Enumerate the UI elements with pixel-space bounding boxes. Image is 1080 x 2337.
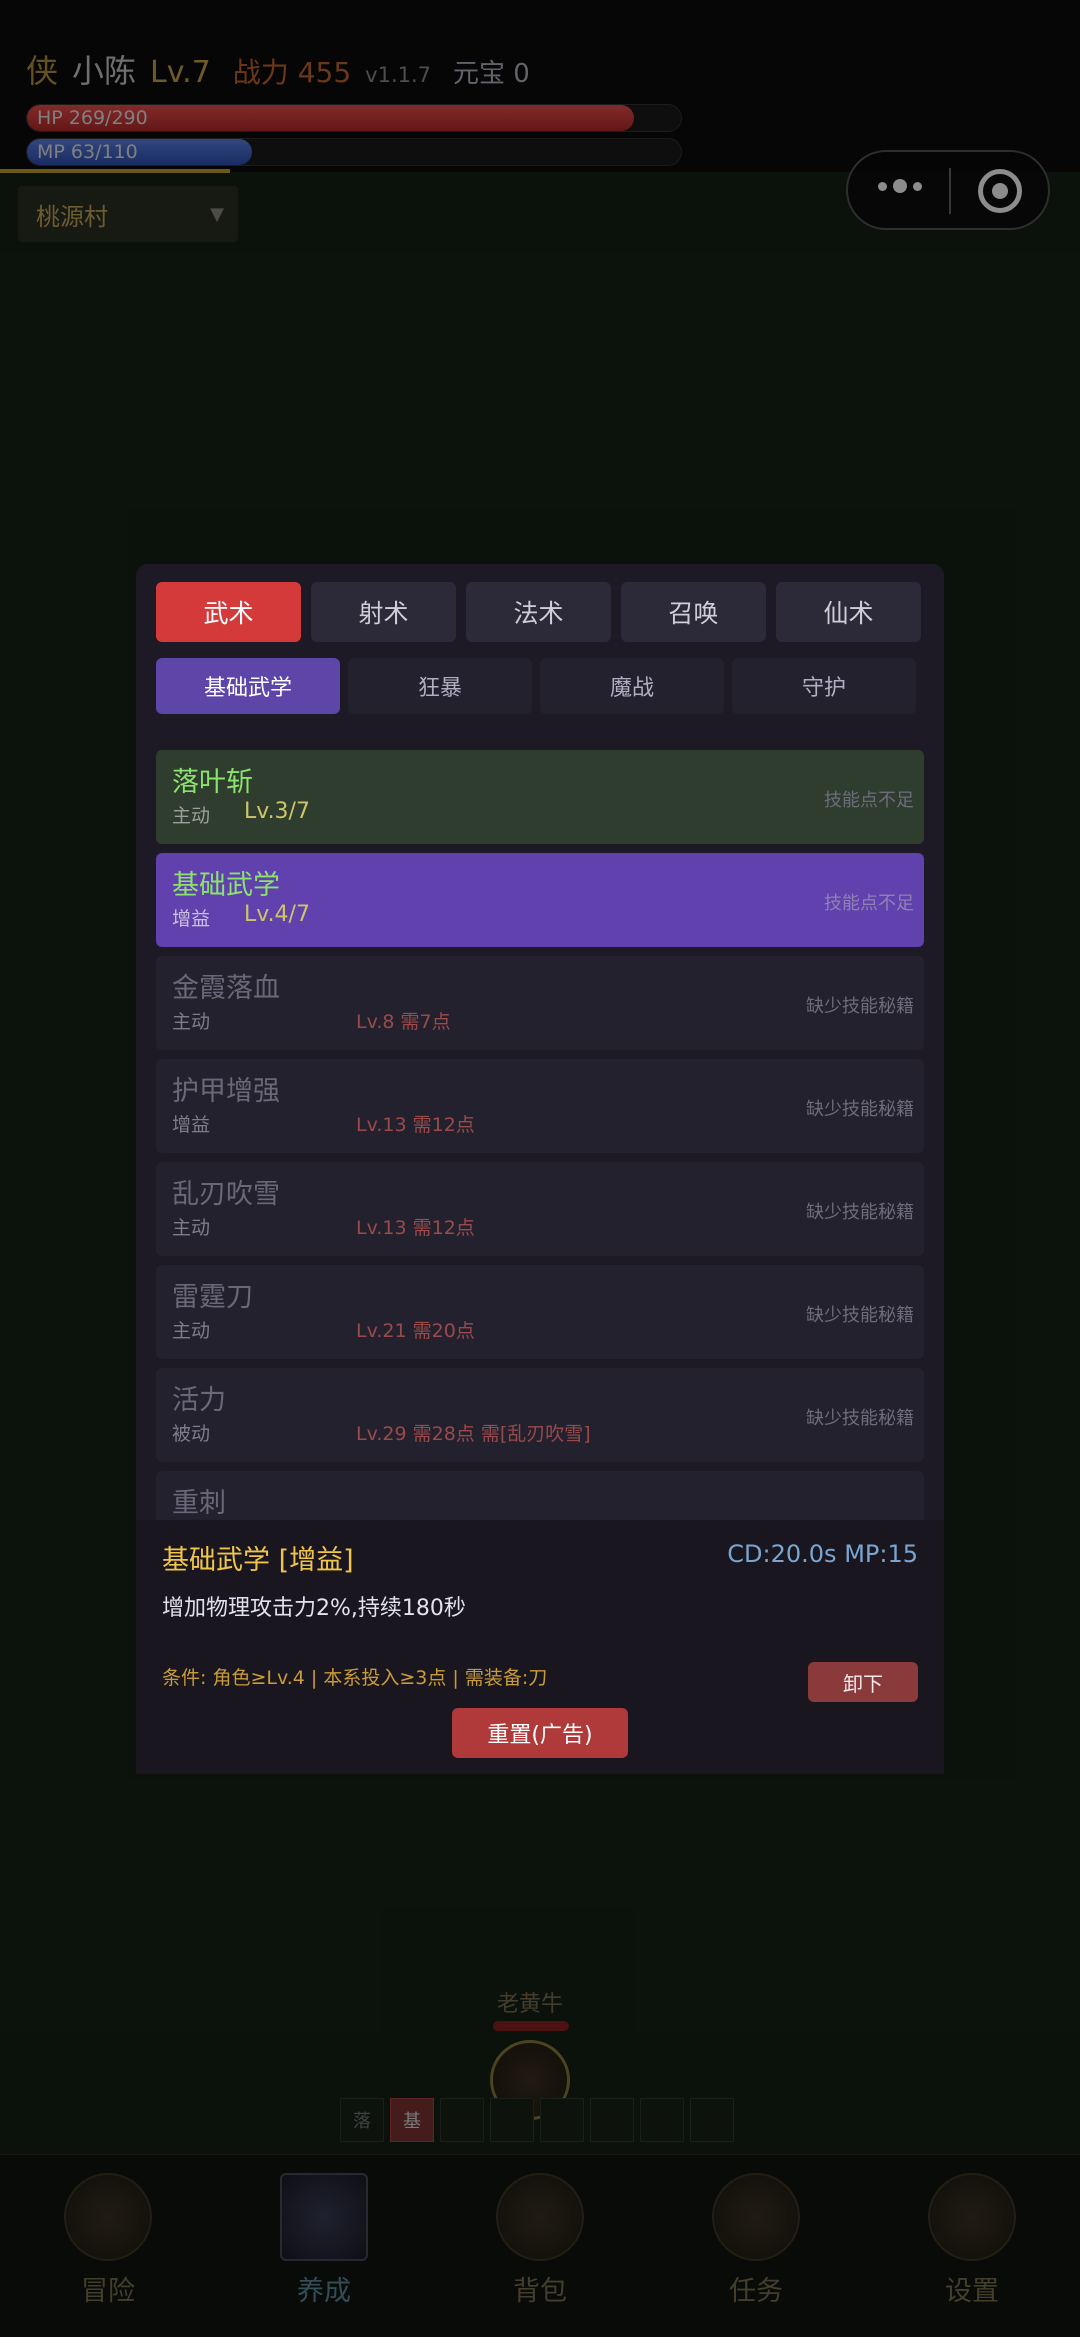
tab-4[interactable]: 召唤 xyxy=(621,582,766,642)
subtab-2[interactable]: 狂暴 xyxy=(348,658,532,714)
skill-row[interactable]: 重刺缺少技能秘籍 xyxy=(156,1471,924,1520)
skill-requirement: Lv.8 需7点 xyxy=(356,1011,451,1033)
skill-type: 增益 xyxy=(172,908,211,930)
skill-requirement: Lv.13 需12点 xyxy=(356,1114,475,1136)
skill-name: 基础武学 xyxy=(172,870,280,901)
skill-type: 主动 xyxy=(172,1011,211,1033)
skill-panel: 武术 射术 法术 召唤 仙术 基础武学 狂暴 魔战 守护 落叶斩 主动 Lv.3/7 技能点不足 基础… xyxy=(136,564,944,1774)
tab-5[interactable]: 仙术 xyxy=(776,582,921,642)
skill-status: 缺少技能秘籍 xyxy=(806,1099,914,1120)
skill-name: 金霞落血 xyxy=(172,973,280,1004)
subtab-4[interactable]: 守护 xyxy=(732,658,916,714)
skill-status: 技能点不足 xyxy=(824,893,914,914)
skill-row[interactable]: 雷霆刀主动 Lv.21 需20点 缺少技能秘籍 xyxy=(156,1265,924,1359)
detail-conditions: 条件: 角色≥Lv.4 | 本系投入≥3点 | 需装备:刀 xyxy=(162,1667,548,1689)
skill-list[interactable]: 落叶斩 主动 Lv.3/7 技能点不足 基础武学 增益 Lv.4/7 技能点不足 金霞落血 主动 L… xyxy=(156,750,924,1520)
skill-type: 主动 xyxy=(172,1320,211,1342)
skill-status: 缺少技能秘籍 xyxy=(806,1305,914,1326)
skill-row[interactable]: 活力被动 Lv.29 需28点 需[乱刃吹雪] 缺少技能秘籍 xyxy=(156,1368,924,1462)
skill-type: 增益 xyxy=(172,1114,211,1136)
subtab-1[interactable]: 基础武学 xyxy=(156,658,340,714)
reset-ad-button[interactable]: 重置(广告) xyxy=(452,1708,628,1758)
skill-name: 重刺 xyxy=(172,1488,226,1519)
branch-tabs: 基础武学 狂暴 魔战 守护 xyxy=(156,658,916,714)
skill-status: 缺少技能秘籍 xyxy=(806,996,914,1017)
skill-requirement: Lv.29 需28点 需[乱刃吹雪] xyxy=(356,1423,591,1445)
detail-cd-mp: CD:20.0s MP:15 xyxy=(727,1540,918,1568)
detail-title: 基础武学 [增益] xyxy=(162,1545,354,1576)
skill-detail: 基础武学 [增益] CD:20.0s MP:15 增加物理攻击力2%,持续180… xyxy=(136,1520,944,1774)
skill-requirement: Lv.21 需20点 xyxy=(356,1320,475,1342)
skill-row[interactable]: 落叶斩主动 Lv.3/7 技能点不足 xyxy=(156,750,924,844)
skill-row[interactable]: 基础武学增益 Lv.4/7 技能点不足 xyxy=(156,853,924,947)
skill-level: Lv.4/7 xyxy=(244,902,310,927)
skill-requirement: Lv.13 需12点 xyxy=(356,1217,475,1239)
skill-name: 活力 xyxy=(172,1385,226,1416)
subtab-3[interactable]: 魔战 xyxy=(540,658,724,714)
school-tabs: 武术 射术 法术 召唤 仙术 xyxy=(156,582,921,642)
skill-name: 乱刃吹雪 xyxy=(172,1179,280,1210)
unequip-button[interactable]: 卸下 xyxy=(808,1662,918,1702)
skill-type: 被动 xyxy=(172,1423,211,1445)
skill-name: 雷霆刀 xyxy=(172,1282,253,1313)
tab-1[interactable]: 武术 xyxy=(156,582,301,642)
skill-name: 落叶斩 xyxy=(172,767,253,798)
skill-status: 技能点不足 xyxy=(824,790,914,811)
skill-status: 缺少技能秘籍 xyxy=(806,1202,914,1223)
skill-row[interactable]: 金霞落血主动 Lv.8 需7点 缺少技能秘籍 xyxy=(156,956,924,1050)
skill-name: 护甲增强 xyxy=(172,1076,280,1107)
tab-3[interactable]: 法术 xyxy=(466,582,611,642)
skill-row[interactable]: 护甲增强增益 Lv.13 需12点 缺少技能秘籍 xyxy=(156,1059,924,1153)
detail-description: 增加物理攻击力2%,持续180秒 xyxy=(162,1596,466,1621)
skill-row[interactable]: 乱刃吹雪主动 Lv.13 需12点 缺少技能秘籍 xyxy=(156,1162,924,1256)
tab-2[interactable]: 射术 xyxy=(311,582,456,642)
skill-level: Lv.3/7 xyxy=(244,799,310,824)
skill-type: 主动 xyxy=(172,805,211,827)
skill-status: 缺少技能秘籍 xyxy=(806,1408,914,1429)
skill-type: 主动 xyxy=(172,1217,211,1239)
